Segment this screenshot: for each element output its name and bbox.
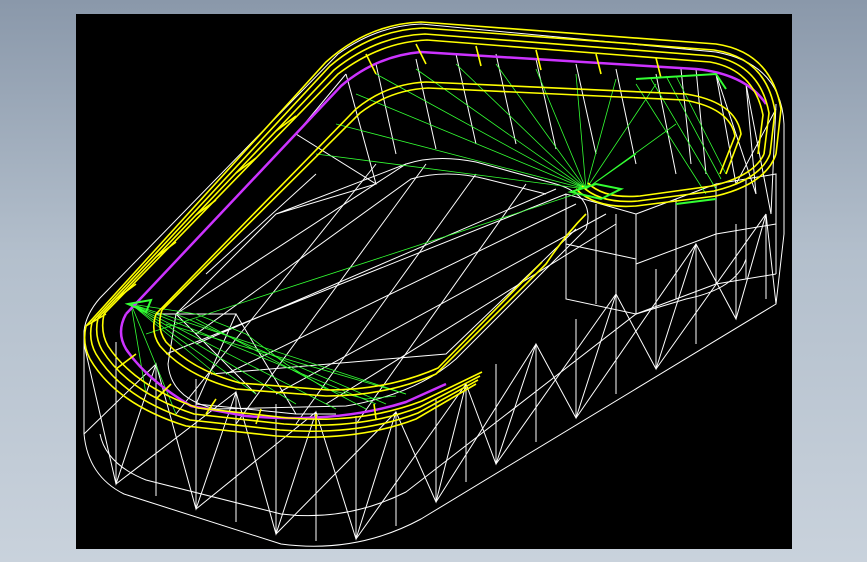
wireframe-model bbox=[83, 21, 785, 547]
white-mesh bbox=[83, 23, 785, 547]
cad-viewport[interactable] bbox=[76, 14, 792, 549]
yellow-rim bbox=[83, 21, 782, 438]
